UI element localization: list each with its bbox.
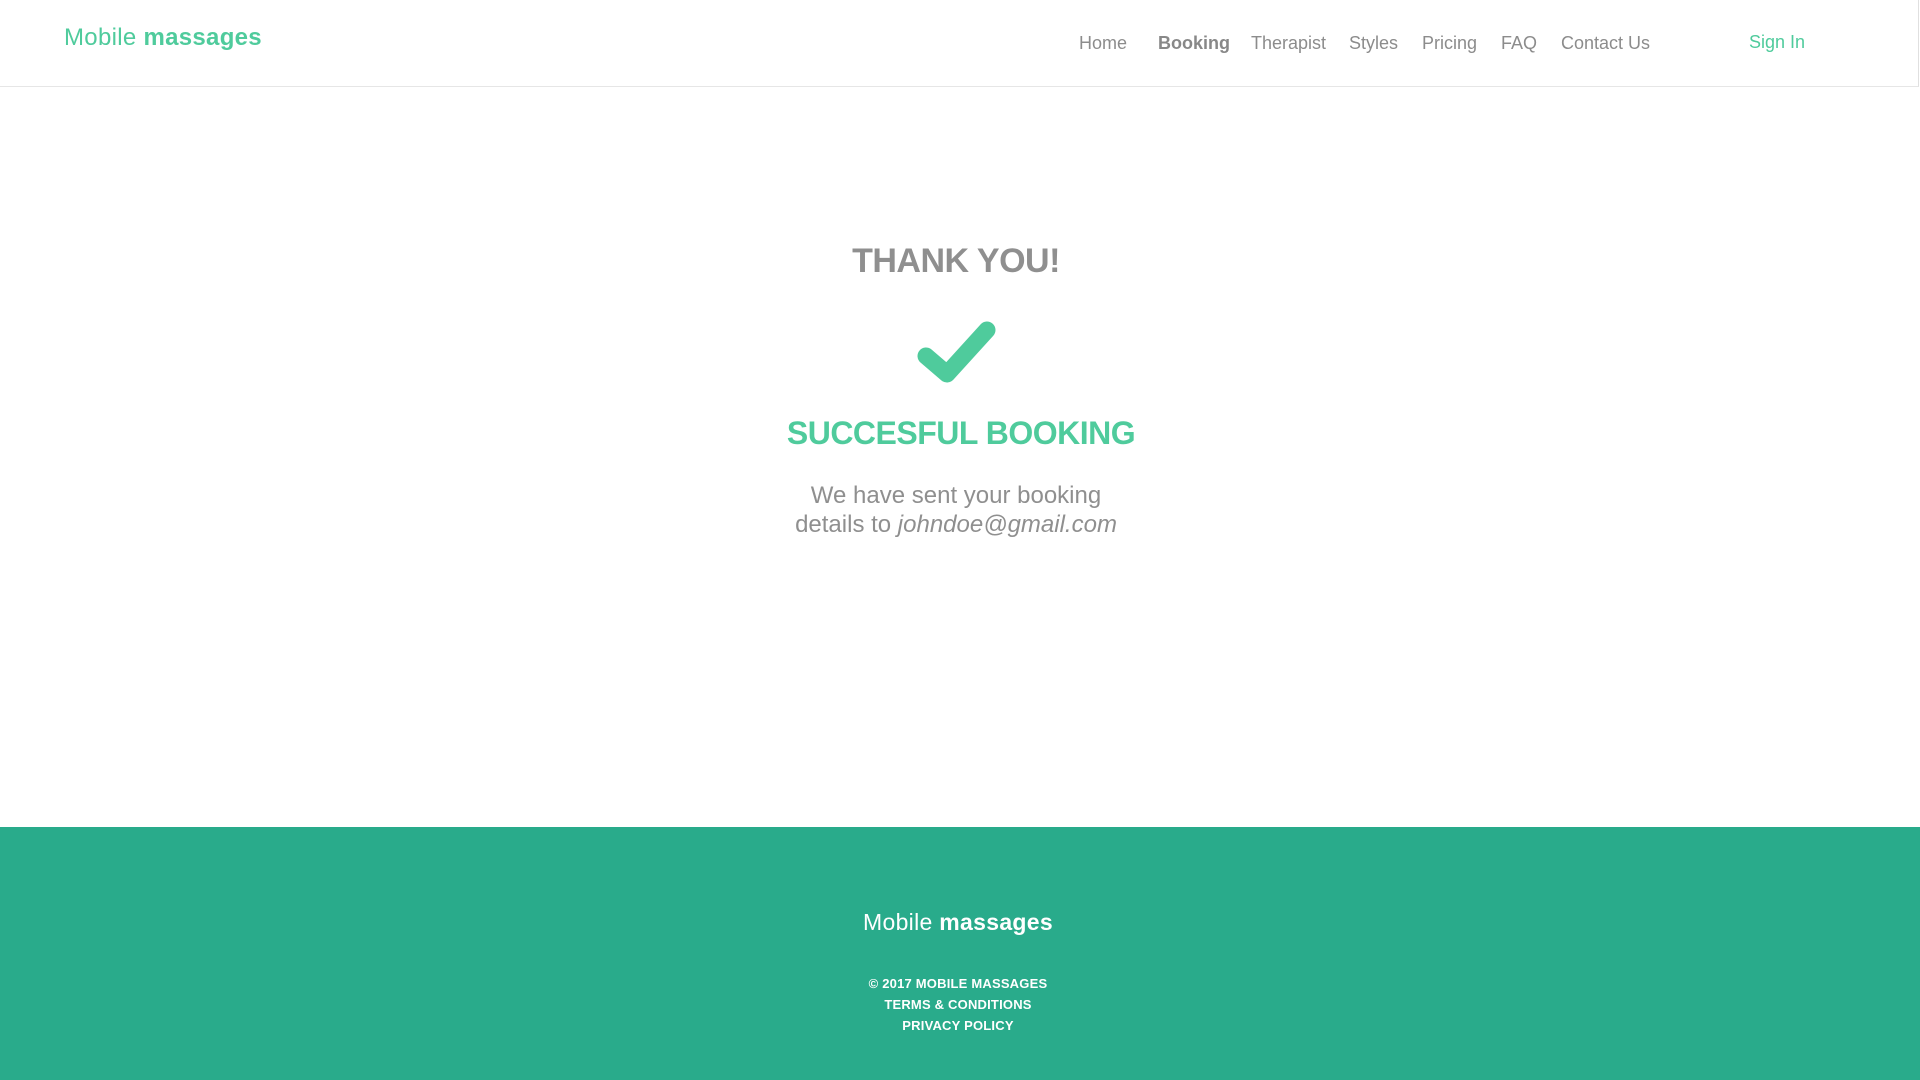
message-line-1: We have sent your booking bbox=[810, 482, 1102, 509]
copyright-text: © 2017 MOBILE MASSAGES bbox=[868, 976, 1048, 991]
nav-styles[interactable]: Styles bbox=[1349, 33, 1398, 54]
nav-pricing[interactable]: Pricing bbox=[1422, 33, 1477, 54]
logo-text-bold: massages bbox=[143, 24, 262, 51]
logo-text-light: Mobile bbox=[64, 24, 137, 51]
booking-email: johndoe@gmail.com bbox=[897, 511, 1117, 538]
footer-logo-bold: massages bbox=[939, 909, 1053, 935]
message-line-2-prefix: details to bbox=[795, 511, 898, 538]
nav-home[interactable]: Home bbox=[1079, 33, 1127, 54]
checkmark-icon-graphic bbox=[917, 321, 996, 383]
booking-status-heading: SUCCESFUL BOOKING bbox=[786, 415, 1136, 451]
nav-faq[interactable]: FAQ bbox=[1501, 33, 1537, 54]
confirmation-message: We have sent your booking details to joh… bbox=[0, 481, 1912, 539]
site-logo[interactable]: Mobile massages bbox=[64, 24, 262, 52]
site-footer: Mobile massages © 2017 MOBILE MASSAGES T… bbox=[0, 827, 1920, 1080]
nav-therapist[interactable]: Therapist bbox=[1251, 33, 1326, 54]
footer-logo: Mobile massages bbox=[0, 909, 1916, 936]
nav-contact-us[interactable]: Contact Us bbox=[1561, 33, 1650, 54]
terms-link[interactable]: TERMS & CONDITIONS bbox=[0, 997, 1916, 1012]
sign-in-link[interactable]: Sign In bbox=[1749, 32, 1805, 53]
site-header: Mobile massages Home Booking Therapist S… bbox=[0, 0, 1919, 87]
nav-booking[interactable]: Booking bbox=[1158, 33, 1230, 54]
thank-you-heading: THANK YOU! bbox=[852, 242, 1060, 280]
checkmark-icon bbox=[915, 318, 997, 384]
footer-logo-light: Mobile bbox=[863, 909, 933, 935]
privacy-link[interactable]: PRIVACY POLICY bbox=[0, 1018, 1916, 1033]
